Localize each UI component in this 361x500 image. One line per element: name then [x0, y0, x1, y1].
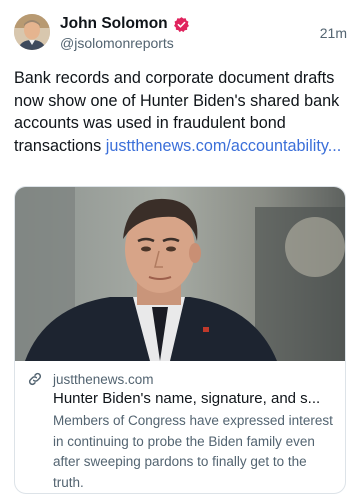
post-timestamp[interactable]: 21m: [320, 25, 347, 41]
avatar[interactable]: [14, 14, 50, 50]
card-domain-row: justthenews.com: [27, 369, 333, 389]
link-preview-card[interactable]: justthenews.com Hunter Biden's name, sig…: [14, 186, 346, 494]
card-title[interactable]: Hunter Biden's name, signature, and s...: [53, 389, 333, 409]
author-name-row: John Solomon: [60, 14, 190, 34]
card-domain: justthenews.com: [53, 371, 154, 387]
post: John Solomon @jsolomonreports 21m Bank r…: [0, 0, 361, 500]
verified-badge-icon: [173, 16, 190, 33]
author-handle[interactable]: @jsolomonreports: [60, 35, 174, 51]
post-text: Bank records and corporate document draf…: [14, 67, 349, 157]
post-header: John Solomon @jsolomonreports 21m: [14, 14, 347, 54]
post-link[interactable]: justthenews.com/accountability...: [106, 137, 341, 155]
card-image: [15, 187, 345, 361]
card-description: Members of Congress have expressed inter…: [53, 413, 333, 490]
card-meta: justthenews.com Hunter Biden's name, sig…: [27, 369, 333, 493]
link-icon: [27, 371, 43, 387]
author-name[interactable]: John Solomon: [60, 15, 168, 33]
